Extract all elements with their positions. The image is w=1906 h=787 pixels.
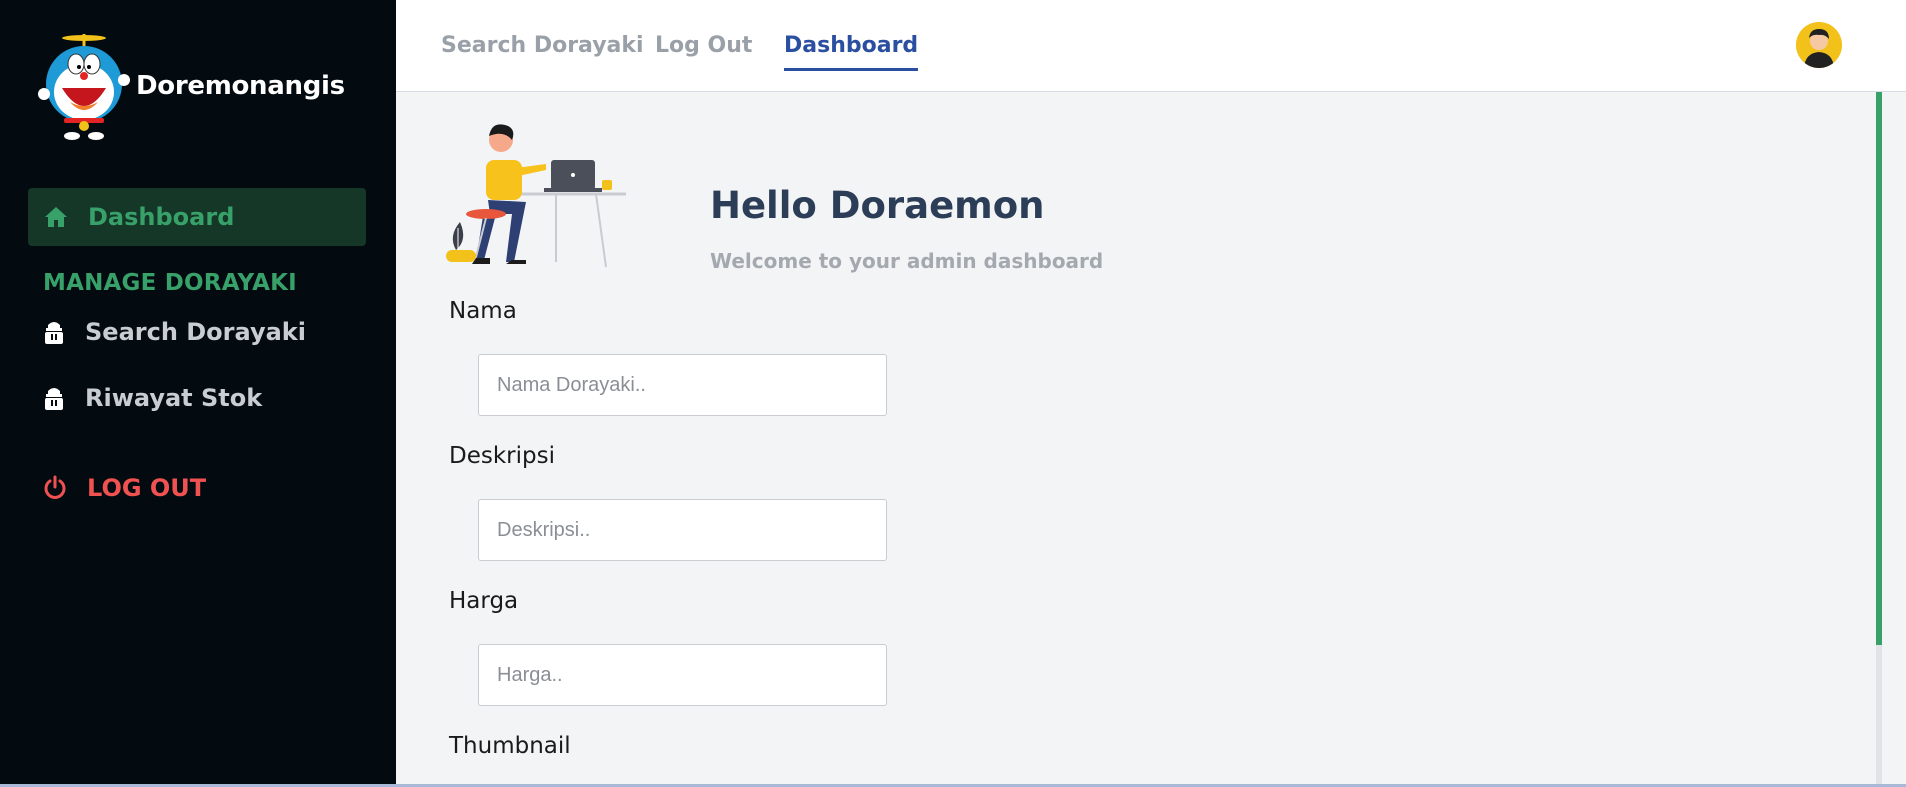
- user-avatar-icon: [1796, 22, 1842, 68]
- home-icon: [45, 207, 67, 227]
- app-root: Doremonangis Dashboard MANAGE DORAYAKI S…: [0, 0, 1906, 787]
- tab-log-out[interactable]: Log Out: [655, 33, 752, 68]
- deskripsi-label: Deskripsi: [449, 443, 555, 469]
- dorayaki-icon: [45, 322, 63, 344]
- logout-label: LOG OUT: [87, 474, 207, 502]
- power-icon: [44, 475, 66, 499]
- doraemon-logo-icon: [38, 34, 130, 140]
- sidebar-logout[interactable]: LOG OUT: [43, 474, 206, 502]
- sidebar-item-label: Search Dorayaki: [85, 318, 306, 346]
- person-laptop-illustration: [446, 124, 626, 268]
- sidebar-item-search-dorayaki[interactable]: Search Dorayaki: [43, 318, 306, 346]
- sidebar-item-riwayat-stok[interactable]: Riwayat Stok: [43, 384, 262, 412]
- content-area: Hello Doraemon Welcome to your admin das…: [396, 92, 1906, 787]
- sidebar-item-dashboard[interactable]: Dashboard: [28, 188, 366, 246]
- right-gutter: [1882, 92, 1906, 787]
- top-navbar: Search Dorayaki Log Out Dashboard: [396, 0, 1906, 92]
- thumbnail-label: Thumbnail: [449, 733, 571, 759]
- section-title-manage-dorayaki: MANAGE DORAYAKI: [43, 270, 297, 296]
- sidebar-item-label: Riwayat Stok: [85, 384, 263, 412]
- harga-label: Harga: [449, 588, 519, 614]
- welcome-subtitle: Welcome to your admin dashboard: [710, 249, 1104, 273]
- brand[interactable]: Doremonangis: [38, 32, 345, 140]
- dorayaki-icon: [45, 388, 63, 410]
- nama-input[interactable]: [478, 354, 887, 416]
- main-area: Search Dorayaki Log Out Dashboard Hello …: [396, 0, 1906, 787]
- harga-input[interactable]: [478, 644, 887, 706]
- sidebar: Doremonangis Dashboard MANAGE DORAYAKI S…: [0, 0, 396, 787]
- tab-search-dorayaki[interactable]: Search Dorayaki: [441, 33, 644, 68]
- greeting-title: Hello Doraemon: [710, 184, 1045, 227]
- sidebar-item-label: Dashboard: [88, 203, 235, 231]
- user-avatar[interactable]: [1796, 22, 1842, 68]
- brand-name: Doremonangis: [136, 71, 345, 101]
- deskripsi-input[interactable]: [478, 499, 887, 561]
- nama-label: Nama: [449, 298, 517, 324]
- tab-dashboard[interactable]: Dashboard: [784, 33, 919, 71]
